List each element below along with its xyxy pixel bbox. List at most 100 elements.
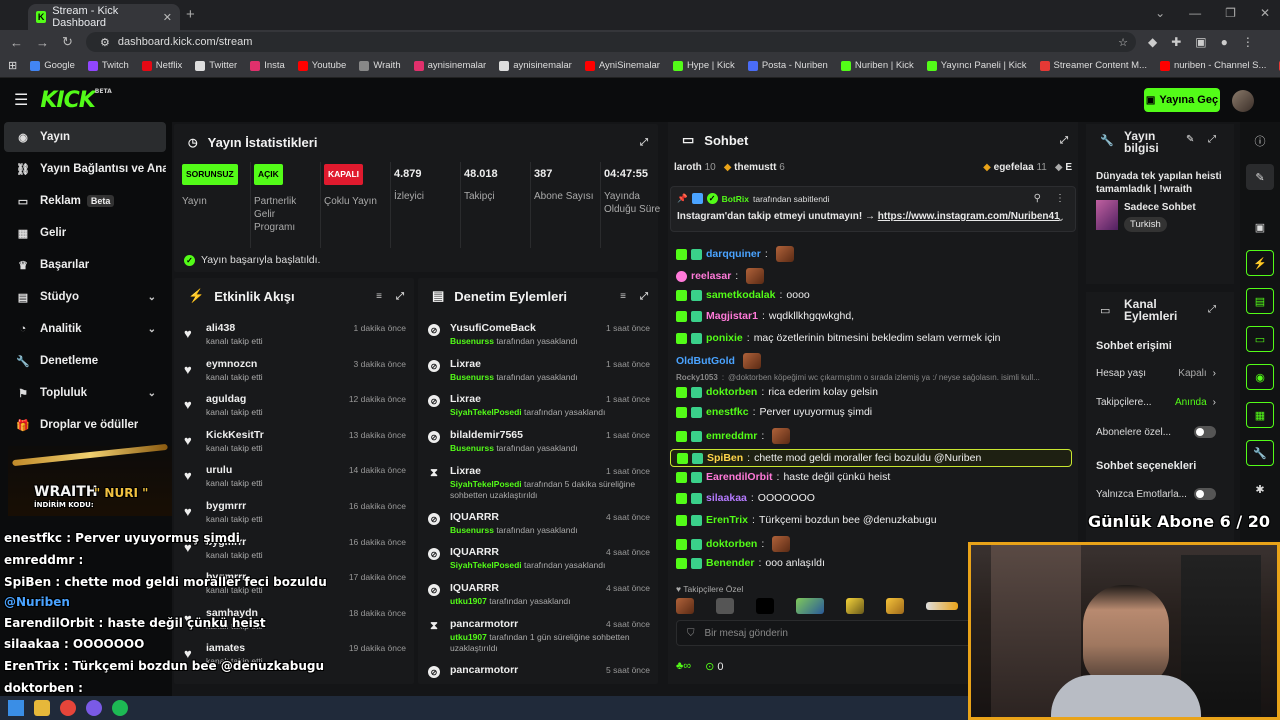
- bookmark-item[interactable]: Streamer Content M...: [1039, 60, 1147, 71]
- chat-message[interactable]: enestfkc: Perver uyuyormuş şimdi: [676, 406, 872, 418]
- points-counter[interactable]: ⊙ 0: [705, 660, 723, 673]
- activity-row[interactable]: ♥ urulu kanalı takip etti 14 dakika önce: [184, 462, 406, 496]
- toggle-switch[interactable]: [1194, 426, 1216, 438]
- activity-row[interactable]: ♥ KickKesitTr kanalı takip etti 13 dakika ö…: [184, 427, 406, 461]
- sidebar-item-5[interactable]: ▤ Stüdyo ⌄: [4, 282, 166, 312]
- chat-access-row[interactable]: Hesap yaşı Kapalı ›: [1096, 368, 1216, 379]
- puzzle-icon[interactable]: ▣: [1195, 35, 1206, 49]
- edit-icon[interactable]: ✎: [1246, 164, 1274, 190]
- moderated-user[interactable]: pancarmotorr: [450, 618, 518, 630]
- moderator-name[interactable]: SiyahTekelPosedi: [450, 407, 522, 417]
- moderator-name[interactable]: utku1907: [450, 596, 487, 606]
- emote[interactable]: [756, 598, 774, 614]
- emote[interactable]: [676, 598, 694, 614]
- moderator-name[interactable]: Busenurss: [450, 525, 494, 535]
- viewer-icon[interactable]: ♣∞: [676, 660, 691, 673]
- chat-message[interactable]: darqquiner:: [676, 246, 794, 262]
- chat-username[interactable]: reelasar: [691, 270, 731, 282]
- new-tab-icon[interactable]: +: [186, 6, 195, 23]
- minimize-icon[interactable]: —: [1189, 6, 1201, 20]
- top-gifter[interactable]: ◆ themustt 6: [724, 162, 785, 173]
- chat-message[interactable]: Magjistar1: wqdkllkhgqwkghd,: [676, 310, 854, 322]
- chevron-down-icon[interactable]: ⌄: [148, 388, 156, 399]
- bookmark-item[interactable]: nuriben - Channel S...: [1159, 60, 1266, 71]
- card-icon[interactable]: ▦: [1246, 402, 1274, 428]
- browser-tab[interactable]: K Stream - Kick Dashboard ✕: [28, 4, 180, 30]
- chat-username[interactable]: emreddmr: [706, 430, 757, 442]
- bookmark-item[interactable]: Hype | Kick: [672, 60, 735, 71]
- chat-message[interactable]: EarendilOrbit: haste değil çünkü heist: [676, 471, 890, 483]
- app-icon[interactable]: [86, 700, 102, 716]
- chevron-right-icon[interactable]: ›: [1213, 397, 1216, 408]
- spotify-icon[interactable]: [112, 700, 128, 716]
- moderator-name[interactable]: Busenurss: [450, 443, 494, 453]
- category-thumbnail[interactable]: [1096, 200, 1118, 230]
- moderation-row[interactable]: ⊘ IQUARRR Busenurss tarafından yasaklandı 4…: [428, 509, 650, 543]
- category-name[interactable]: Sadece Sohbet: [1124, 202, 1196, 213]
- chat-username[interactable]: enestfkc: [706, 406, 749, 418]
- top-gifter[interactable]: ◆ egefelaa 11: [983, 162, 1047, 173]
- chat-message[interactable]: reelasar:: [676, 268, 765, 284]
- moderator-name[interactable]: SiyahTekelPosedi: [450, 560, 522, 570]
- expand-icon[interactable]: ⤢: [640, 137, 648, 148]
- chevron-down-icon[interactable]: ⌄: [1155, 6, 1165, 20]
- moderated-user[interactable]: Lixrae: [450, 393, 481, 405]
- close-tab-icon[interactable]: ✕: [163, 11, 172, 24]
- chat-message[interactable]: sametkodalak: oooo: [676, 289, 810, 301]
- media-icon[interactable]: ▣: [1246, 214, 1274, 240]
- expand-icon[interactable]: ⤢: [1060, 135, 1068, 146]
- chat-message[interactable]: silaakaa: OOOOOOO: [676, 492, 815, 504]
- emote[interactable]: [772, 536, 791, 552]
- pinned-message[interactable]: 📌 ✓ BotRix tarafından sabitlendi ⚲ ⋮ Ins…: [670, 186, 1076, 232]
- settings-icon[interactable]: ✱: [1246, 476, 1274, 502]
- chevron-down-icon[interactable]: ⌄: [1057, 213, 1065, 224]
- top-gifter[interactable]: ◆ E: [1055, 162, 1072, 173]
- bookmark-item[interactable]: Youtube: [297, 60, 346, 71]
- emote[interactable]: [746, 268, 765, 284]
- hamburger-icon[interactable]: ☰: [14, 90, 28, 110]
- emote[interactable]: [775, 246, 794, 262]
- chat-username[interactable]: ponixie: [706, 332, 743, 344]
- expand-icon[interactable]: ⤢: [396, 291, 404, 302]
- chat-message[interactable]: ErenTrix: Türkçemi bozdun bee @denuzkabug…: [676, 514, 937, 526]
- toggle-switch[interactable]: [1194, 488, 1216, 500]
- moderated-user[interactable]: IQUARRR: [450, 546, 499, 558]
- moderator-name[interactable]: Busenurss: [450, 336, 494, 346]
- forward-icon[interactable]: →: [36, 35, 52, 50]
- chevron-down-icon[interactable]: ⌄: [148, 292, 156, 303]
- target-icon[interactable]: ◉: [1246, 364, 1274, 390]
- list-icon[interactable]: ▤: [1246, 288, 1274, 314]
- unpin-icon[interactable]: ⚲: [1034, 193, 1041, 204]
- moderated-user[interactable]: Lixrae: [450, 358, 481, 370]
- sidebar-item-7[interactable]: 🔧 Denetleme: [4, 346, 166, 376]
- emote[interactable]: [772, 428, 791, 444]
- moderator-name[interactable]: utku1907: [450, 632, 487, 642]
- moderation-row[interactable]: ⊘ IQUARRR SiyahTekelPosedi tarafından yasa…: [428, 544, 650, 578]
- chat-message[interactable]: Rocky1053: @doktorben köpeğimi wc çıkarmı…: [676, 373, 1068, 382]
- expand-icon[interactable]: ⤢: [1208, 134, 1216, 145]
- moderated-user[interactable]: YusufiComeBack: [450, 322, 536, 334]
- chat-username[interactable]: OldButGold: [676, 355, 735, 367]
- moderation-row[interactable]: ⊘ pancarmotorr 5 saat önce: [428, 662, 650, 684]
- moderated-user[interactable]: pancarmotorr: [450, 664, 518, 676]
- bookmark-item[interactable]: AyniSinemalar: [584, 60, 660, 71]
- bookmark-item[interactable]: Nuriben | Kick: [840, 60, 914, 71]
- reload-icon[interactable]: ↻: [62, 34, 78, 50]
- maximize-icon[interactable]: ❐: [1225, 6, 1236, 20]
- extension-icon[interactable]: ◆: [1148, 35, 1157, 49]
- chat-message[interactable]: doktorben: rica ederim kolay gelsin: [676, 386, 878, 398]
- apps-icon[interactable]: ⊞: [8, 59, 17, 72]
- browser-icon[interactable]: [60, 700, 76, 716]
- edit-icon[interactable]: ✎: [1186, 134, 1194, 145]
- chevron-right-icon[interactable]: ›: [1213, 368, 1216, 379]
- site-info-icon[interactable]: ⚙: [100, 36, 110, 49]
- emote[interactable]: [846, 598, 864, 614]
- chat-message[interactable]: emreddmr:: [676, 428, 791, 444]
- emote[interactable]: [796, 598, 824, 614]
- expand-icon[interactable]: ⤢: [1208, 304, 1216, 315]
- bookmark-item[interactable]: Google: [30, 60, 75, 71]
- chat-access-row[interactable]: Abonelere özel...: [1096, 426, 1216, 438]
- kick-logo[interactable]: KICKBETA: [40, 88, 111, 113]
- bookmark-item[interactable]: Posta - Nuriben: [747, 60, 828, 71]
- close-window-icon[interactable]: ✕: [1260, 6, 1270, 20]
